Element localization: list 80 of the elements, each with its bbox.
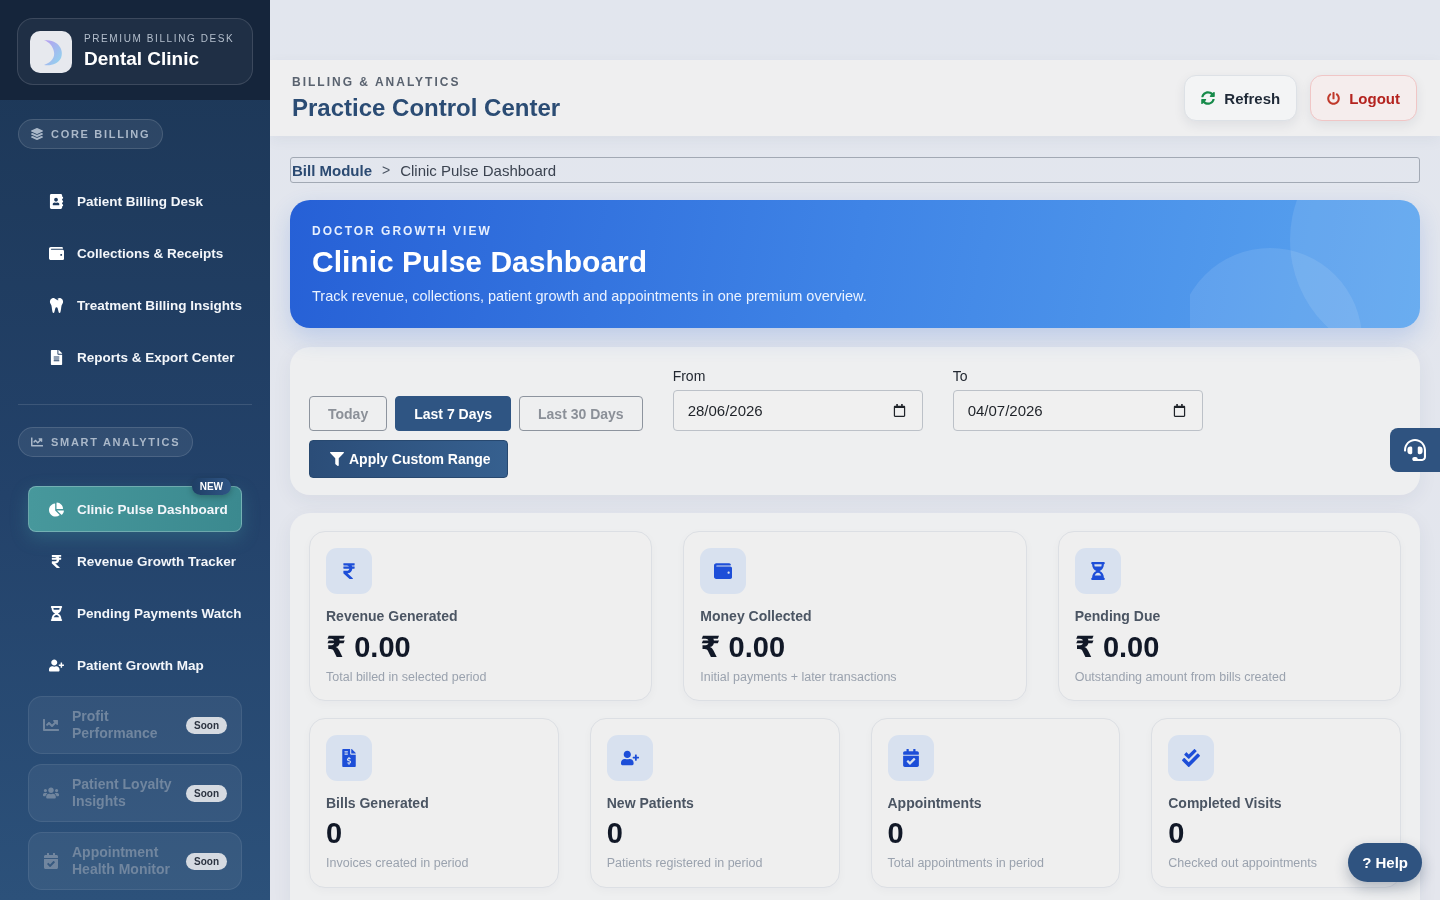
- wallet-icon: [49, 245, 64, 261]
- stat-note: Invoices created in period: [326, 856, 469, 870]
- date-field[interactable]: 28/06/2026: [672, 390, 923, 431]
- stat-note: Checked out appointments: [1168, 856, 1317, 870]
- refresh-icon: [1201, 91, 1216, 105]
- stat-label: Bills Generated: [326, 795, 429, 811]
- sidebar-item[interactable]: Collections & Receipts: [28, 230, 252, 276]
- logout-button[interactable]: Logout: [1310, 75, 1417, 121]
- calendar-check-icon: [887, 735, 934, 781]
- breadcrumb-current: Clinic Pulse Dashboard: [400, 161, 557, 179]
- stat-note: Initial payments + later transactions: [700, 670, 897, 684]
- rupee-icon: [326, 548, 372, 594]
- hourglass-icon: [49, 605, 64, 621]
- invoice-icon: [326, 735, 372, 781]
- support-tab[interactable]: [1390, 428, 1440, 472]
- range-button[interactable]: Last 7 Days: [395, 396, 512, 431]
- page-eyebrow: BILLING & ANALYTICS: [292, 74, 461, 89]
- calendar-icon[interactable]: [1172, 404, 1186, 417]
- refresh-button[interactable]: Refresh: [1184, 75, 1298, 121]
- sidebar-item[interactable]: Reports & Export Center: [28, 334, 252, 380]
- calendar-check-icon: [43, 853, 59, 869]
- stat-value: ₹ 0.00: [700, 630, 785, 664]
- document-icon: [49, 349, 64, 365]
- hero-title: Clinic Pulse Dashboard: [312, 245, 648, 279]
- stat-note: Patients registered in period: [606, 856, 763, 870]
- address-book-icon: [49, 193, 64, 209]
- trend-line-icon: [43, 717, 59, 733]
- wallet-icon: [700, 548, 747, 594]
- stat-note: Total appointments in period: [887, 856, 1044, 870]
- stat-value: 0: [887, 817, 904, 850]
- hero-subtitle: Track revenue, collections, patient growth and appointments in one premium overview.: [312, 288, 867, 304]
- layers-icon: [31, 128, 43, 140]
- sidebar-item[interactable]: Pending Payments Watch: [28, 590, 252, 636]
- sidebar-item[interactable]: Treatment Billing Insights: [28, 282, 252, 328]
- brand-logo: [30, 30, 72, 73]
- stat-value: 0: [606, 817, 623, 850]
- date-field[interactable]: 04/07/2026: [952, 390, 1203, 431]
- stat-value: 0: [1168, 817, 1185, 850]
- breadcrumb-link[interactable]: Bill Module: [292, 161, 372, 179]
- brand-name: Dental Clinic: [84, 48, 201, 70]
- soon-badge: Soon: [186, 852, 227, 870]
- stat-value: ₹ 0.00: [1074, 630, 1160, 664]
- stat-value: 0: [326, 817, 343, 850]
- user-plus-icon: [49, 657, 64, 673]
- tooth-icon: [49, 297, 64, 313]
- stat-label: Revenue Generated: [326, 608, 458, 624]
- double-check-icon: [1168, 735, 1215, 781]
- power-icon: [1327, 91, 1341, 105]
- hourglass-icon: [1074, 548, 1121, 594]
- rupee-icon: [49, 553, 64, 569]
- section-title: SMART ANALYTICS: [51, 436, 181, 448]
- new-badge: NEW: [191, 478, 231, 495]
- sidebar-item[interactable]: Patient Billing Desk: [28, 178, 252, 224]
- headset-icon: [1404, 439, 1426, 461]
- brand-eyebrow: PREMIUM BILLING DESK: [84, 33, 235, 44]
- page-title: Practice Control Center: [292, 93, 561, 122]
- hero-eyebrow: DOCTOR GROWTH VIEW: [312, 224, 492, 238]
- stat-label: Completed Visits: [1168, 795, 1282, 811]
- sidebar-item[interactable]: Patient Growth Map: [28, 642, 252, 688]
- soon-badge: Soon: [186, 716, 227, 734]
- breadcrumb-separator: >: [382, 162, 391, 178]
- stat-label: Appointments: [887, 795, 982, 811]
- calendar-icon[interactable]: [892, 404, 906, 417]
- pie-chart-icon: [49, 501, 64, 517]
- date-label: From: [672, 368, 706, 384]
- user-plus-icon: [606, 735, 653, 781]
- sidebar-item[interactable]: Revenue Growth Tracker: [28, 538, 252, 584]
- filter-icon: [330, 452, 344, 466]
- date-label: To: [952, 368, 968, 384]
- soon-badge: Soon: [186, 784, 227, 802]
- section-title: CORE BILLING: [51, 128, 151, 140]
- stat-label: New Patients: [606, 795, 694, 811]
- stat-note: Outstanding amount from bills created: [1074, 670, 1286, 684]
- stat-label: Pending Due: [1074, 608, 1161, 624]
- stat-note: Total billed in selected period: [326, 670, 487, 684]
- stat-label: Money Collected: [700, 608, 812, 624]
- line-chart-icon: [31, 436, 43, 448]
- stat-value: ₹ 0.00: [326, 630, 411, 664]
- people-icon: [43, 785, 59, 801]
- apply-range-button[interactable]: Apply Custom Range: [309, 440, 508, 478]
